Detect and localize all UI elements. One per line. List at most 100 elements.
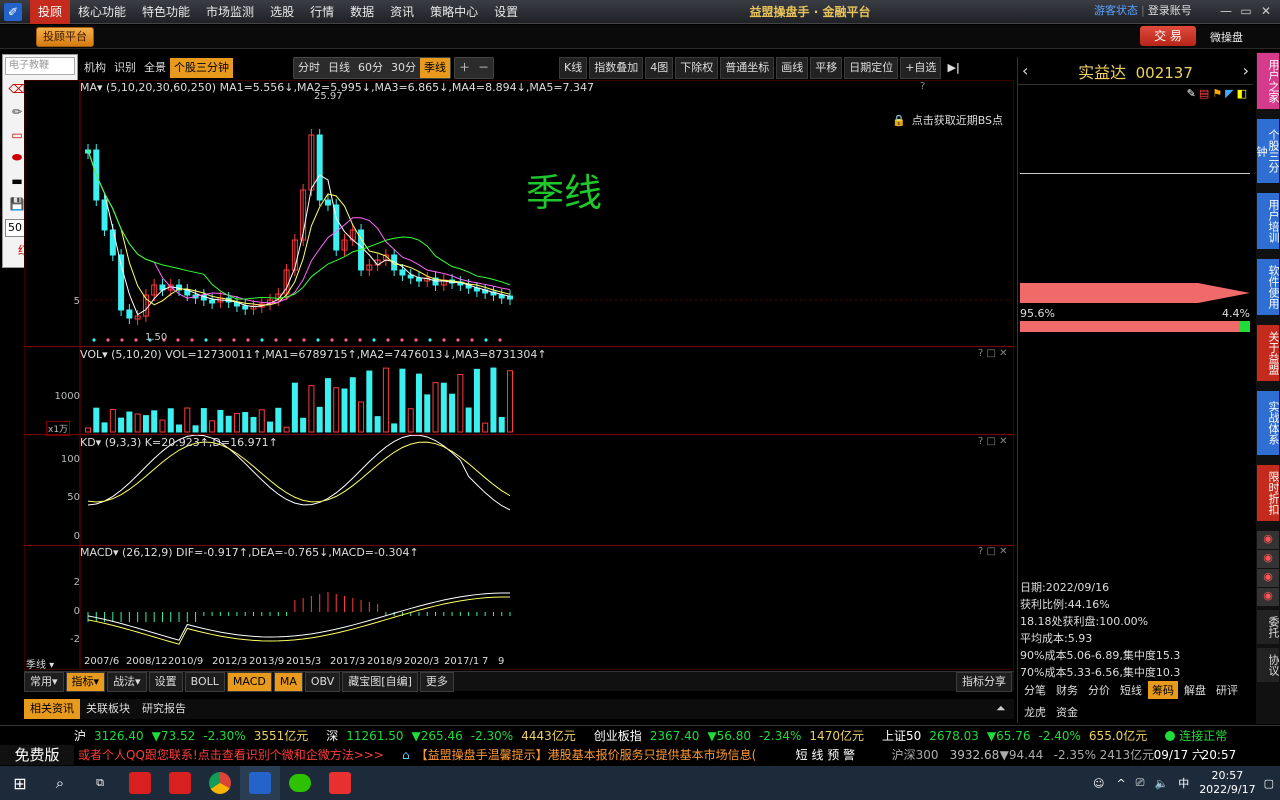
- menu-item[interactable]: 设置: [486, 0, 526, 24]
- menu-item[interactable]: 选股: [262, 0, 302, 24]
- menu-item[interactable]: 数据: [342, 0, 382, 24]
- right-tab[interactable]: 资金: [1052, 703, 1082, 721]
- chart-option[interactable]: 下除权: [675, 57, 719, 79]
- alert-button[interactable]: 短 线 预 警: [796, 745, 886, 765]
- info-tab[interactable]: 相关资讯: [24, 699, 80, 719]
- app-red2-icon[interactable]: [160, 766, 200, 800]
- trade-button[interactable]: 交 易: [1140, 26, 1196, 46]
- side-tab[interactable]: 实战体系: [1257, 391, 1280, 455]
- kd-panel-controls[interactable]: ? □ ✕: [978, 436, 1008, 447]
- right-tab[interactable]: 财务: [1052, 681, 1082, 699]
- guest-status[interactable]: 游客状态: [1094, 0, 1138, 22]
- pen-tool-icon[interactable]: ✎: [1187, 87, 1196, 100]
- period-tab[interactable]: 季线: [420, 58, 450, 78]
- chart-option[interactable]: 4图: [645, 57, 674, 79]
- chart-option[interactable]: +自选: [900, 57, 942, 79]
- micro-trade-link[interactable]: 微操盘: [1210, 29, 1243, 45]
- indicator-group[interactable]: 指标▾: [65, 671, 106, 692]
- bs-point-link[interactable]: 🔒 点击获取近期BS点: [892, 112, 1003, 128]
- vol-header[interactable]: VOL▾ (5,10,20) VOL=12730011↑,MA1=6789715…: [80, 348, 547, 362]
- macd-header[interactable]: MACD▾ (26,12,9) DIF=-0.917↑,DEA=-0.765↓,…: [80, 546, 419, 560]
- index-quote[interactable]: 深 11261.50 ▼265.46 -2.30% 4443亿元: [326, 726, 576, 746]
- period-tab[interactable]: 60分: [354, 58, 387, 78]
- side-tab[interactable]: 限时折扣: [1257, 465, 1280, 521]
- connection-status[interactable]: 连接正常: [1179, 726, 1227, 746]
- chart-option[interactable]: 普通坐标: [720, 57, 775, 79]
- tray-up-icon[interactable]: ^: [1116, 777, 1125, 790]
- info-tab[interactable]: 研究报告: [136, 699, 192, 719]
- restore-icon[interactable]: ▭: [1238, 4, 1254, 20]
- close-icon[interactable]: ✕: [1258, 4, 1274, 20]
- chart-option[interactable]: 画线: [776, 57, 809, 79]
- period-tab[interactable]: 30分: [387, 58, 420, 78]
- menu-item[interactable]: 资讯: [382, 0, 422, 24]
- pointer-search-input[interactable]: 电子教鞭: [5, 57, 75, 75]
- windows-start-icon[interactable]: ⊞: [0, 766, 40, 800]
- menu-item[interactable]: 行情: [302, 0, 342, 24]
- clock[interactable]: 20:57 2022/9/17: [1199, 769, 1255, 797]
- calc-icon[interactable]: ◉: [1257, 588, 1279, 606]
- side-tab[interactable]: 协议: [1257, 648, 1280, 682]
- tool-blue-icon[interactable]: ◤: [1225, 87, 1233, 100]
- chrome-icon[interactable]: [200, 766, 240, 800]
- chart-mode-tab[interactable]: 个股三分钟: [170, 58, 233, 78]
- chart-option[interactable]: 指数叠加: [589, 57, 644, 79]
- info-tab[interactable]: 关联板块: [80, 699, 136, 719]
- tool-flag-icon[interactable]: ⚑: [1212, 87, 1222, 100]
- ime-indicator[interactable]: 中: [1178, 775, 1189, 791]
- prev-stock-icon[interactable]: ‹: [1022, 61, 1028, 80]
- menu-item[interactable]: 核心功能: [70, 0, 134, 24]
- menu-item[interactable]: 策略中心: [422, 0, 486, 24]
- macd-panel-controls[interactable]: ? □ ✕: [978, 546, 1008, 557]
- chart-option[interactable]: K线: [559, 57, 588, 79]
- zoom-in-icon[interactable]: ＋: [455, 58, 474, 78]
- indicator-tab[interactable]: MACD: [226, 671, 272, 692]
- index-quote[interactable]: 沪 3126.40 ▼73.52 -2.30% 3551亿元: [74, 726, 308, 746]
- notice-text[interactable]: 【益盟操盘手温馨提示】港股基本报价服务只提供基本市场信息(: [416, 745, 788, 765]
- vol-panel-controls[interactable]: ? □ ✕: [978, 348, 1008, 359]
- wechat-icon[interactable]: [280, 766, 320, 800]
- right-tab[interactable]: 研评: [1212, 681, 1242, 699]
- chart-option[interactable]: 日期定位: [844, 57, 899, 79]
- tool-red-icon[interactable]: ▤: [1199, 87, 1209, 100]
- side-tab[interactable]: 关于益盟: [1257, 325, 1280, 381]
- menu-item[interactable]: 投顾: [30, 0, 71, 24]
- chart-mode-tab[interactable]: 全景: [140, 58, 170, 78]
- side-tab[interactable]: 软件使用: [1257, 259, 1280, 315]
- chart-mode-tab[interactable]: 机构: [80, 58, 110, 78]
- scroll-text[interactable]: 或者个人QQ跟您联系!点击查看识别个微和企微方法>>>: [78, 745, 396, 765]
- next-stock-icon[interactable]: ›: [1243, 61, 1249, 80]
- indicator-group[interactable]: 常用▾: [24, 671, 64, 692]
- flag-icon[interactable]: ◉: [1257, 550, 1279, 568]
- kd-header[interactable]: KD▾ (9,3,3) K=20.923↑,D=16.971↑: [80, 436, 278, 450]
- period-tab[interactable]: 分时: [294, 58, 324, 78]
- indicator-tab[interactable]: 设置: [148, 671, 183, 692]
- tool-yellow-icon[interactable]: ◧: [1237, 87, 1247, 100]
- menu-item[interactable]: 市场监测: [198, 0, 262, 24]
- emoney-icon[interactable]: [240, 766, 280, 800]
- right-tab[interactable]: 解盘: [1180, 681, 1210, 699]
- menu-item[interactable]: 特色功能: [134, 0, 198, 24]
- help-icon[interactable]: ?: [920, 81, 925, 92]
- index-quote[interactable]: 创业板指 2367.40 ▼56.80 -2.34% 1470亿元: [594, 726, 864, 746]
- bell-icon[interactable]: ◉: [1257, 531, 1279, 549]
- side-tab[interactable]: 用户培训: [1257, 193, 1280, 249]
- chart-option[interactable]: 平移: [810, 57, 843, 79]
- minimize-icon[interactable]: —: [1218, 4, 1234, 20]
- right-tab[interactable]: 龙虎: [1020, 703, 1050, 721]
- right-tab[interactable]: 筹码: [1148, 681, 1178, 699]
- volume-icon[interactable]: 🔈: [1154, 777, 1168, 790]
- network-icon[interactable]: ⎚: [1136, 776, 1145, 790]
- right-tab[interactable]: 分笔: [1020, 681, 1050, 699]
- people-icon[interactable]: ☺: [1093, 777, 1104, 790]
- free-version-label[interactable]: 免费版: [0, 745, 74, 765]
- indicator-tab[interactable]: 藏宝图[自编]: [342, 671, 418, 692]
- task-view-icon[interactable]: ⧉: [80, 766, 120, 800]
- indicator-group[interactable]: 战法▾: [107, 671, 147, 692]
- side-tab[interactable]: 委托: [1257, 610, 1280, 644]
- indicator-tab[interactable]: OBV: [304, 671, 341, 692]
- side-tab[interactable]: 个股三分钟: [1255, 119, 1280, 183]
- index-quote[interactable]: 上证50 2678.03 ▼65.76 -2.40% 655.0亿元: [882, 726, 1147, 746]
- right-tab[interactable]: 分价: [1084, 681, 1114, 699]
- lock-icon[interactable]: ◉: [1257, 569, 1279, 587]
